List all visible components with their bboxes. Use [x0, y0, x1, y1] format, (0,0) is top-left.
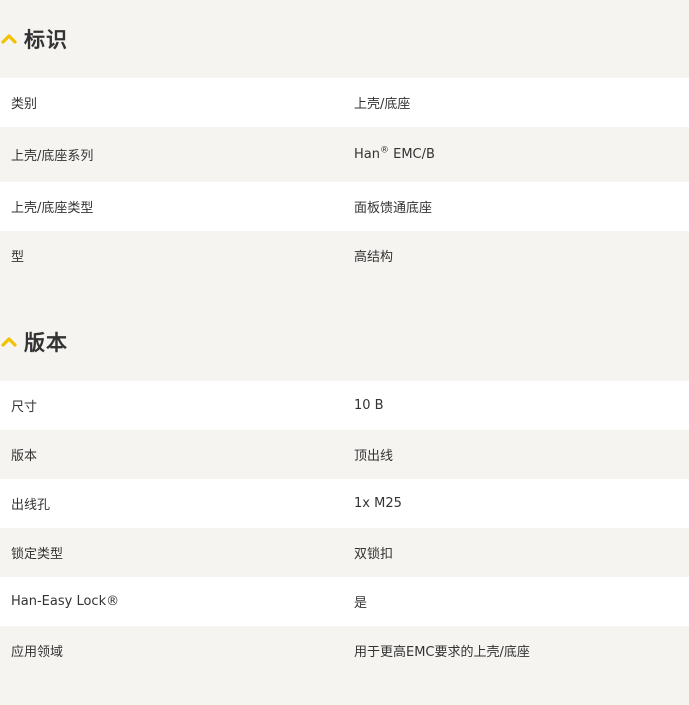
section-header-identification[interactable]: 标识 [0, 0, 689, 78]
row-label: 型 [11, 250, 25, 265]
table-row: 出线孔 1x M25 [0, 479, 689, 528]
row-value: 面板馈通底座 [354, 201, 433, 216]
table-row: 上壳/底座类型 面板馈通底座 [0, 182, 689, 231]
table-row: 应用领域 用于更高EMC要求的上壳/底座 [0, 626, 689, 675]
spec-table-identification: 类别 上壳/底座 上壳/底座系列 Han® EMC/B 上壳/底座类型 面板馈通… [0, 78, 689, 280]
table-row: 尺寸 10 B [0, 381, 689, 430]
section-title: 版本 [24, 331, 68, 355]
registered-mark: ® [379, 145, 389, 156]
table-row: 上壳/底座系列 Han® EMC/B [0, 127, 689, 182]
row-label: 上壳/底座系列 [11, 149, 94, 164]
row-label: 版本 [11, 449, 38, 464]
section-header-version[interactable]: 版本 [0, 303, 689, 381]
row-value: 顶出线 [354, 449, 394, 464]
section-identification: 标识 类别 上壳/底座 上壳/底座系列 Han® EMC/B 上壳/底座类型 面… [0, 0, 689, 280]
row-value-prefix: Han [354, 147, 380, 162]
chevron-up-icon [0, 333, 18, 351]
spec-table-version: 尺寸 10 B 版本 顶出线 出线孔 1x M25 锁定类型 双锁扣 Han-E… [0, 381, 689, 675]
row-value: 上壳/底座 [354, 97, 411, 112]
row-value: 1x M25 [354, 496, 402, 511]
row-label: 上壳/底座类型 [11, 201, 94, 216]
row-value-suffix: EMC/B [388, 147, 435, 162]
chevron-up-icon [0, 30, 18, 48]
section-version: 版本 尺寸 10 B 版本 顶出线 出线孔 1x M25 锁定类型 双锁扣 Ha… [0, 303, 689, 675]
row-value: 是 [354, 596, 368, 611]
table-row: 版本 顶出线 [0, 430, 689, 479]
table-row: 类别 上壳/底座 [0, 78, 689, 127]
row-label: 出线孔 [11, 498, 51, 513]
row-label: 锁定类型 [11, 547, 64, 562]
row-label: 尺寸 [11, 400, 38, 415]
row-value: 双锁扣 [354, 547, 394, 562]
row-label: Han-Easy Lock® [11, 594, 120, 609]
row-value: Han® EMC/B [344, 145, 689, 162]
row-label: 类别 [11, 97, 38, 112]
row-value: 高结构 [354, 250, 394, 265]
section-title: 标识 [24, 28, 68, 52]
table-row: Han-Easy Lock® 是 [0, 577, 689, 626]
row-value: 用于更高EMC要求的上壳/底座 [354, 645, 530, 660]
row-value: 10 B [354, 398, 384, 413]
table-row: 锁定类型 双锁扣 [0, 528, 689, 577]
table-row: 型 高结构 [0, 231, 689, 280]
row-label: 应用领域 [11, 645, 64, 660]
